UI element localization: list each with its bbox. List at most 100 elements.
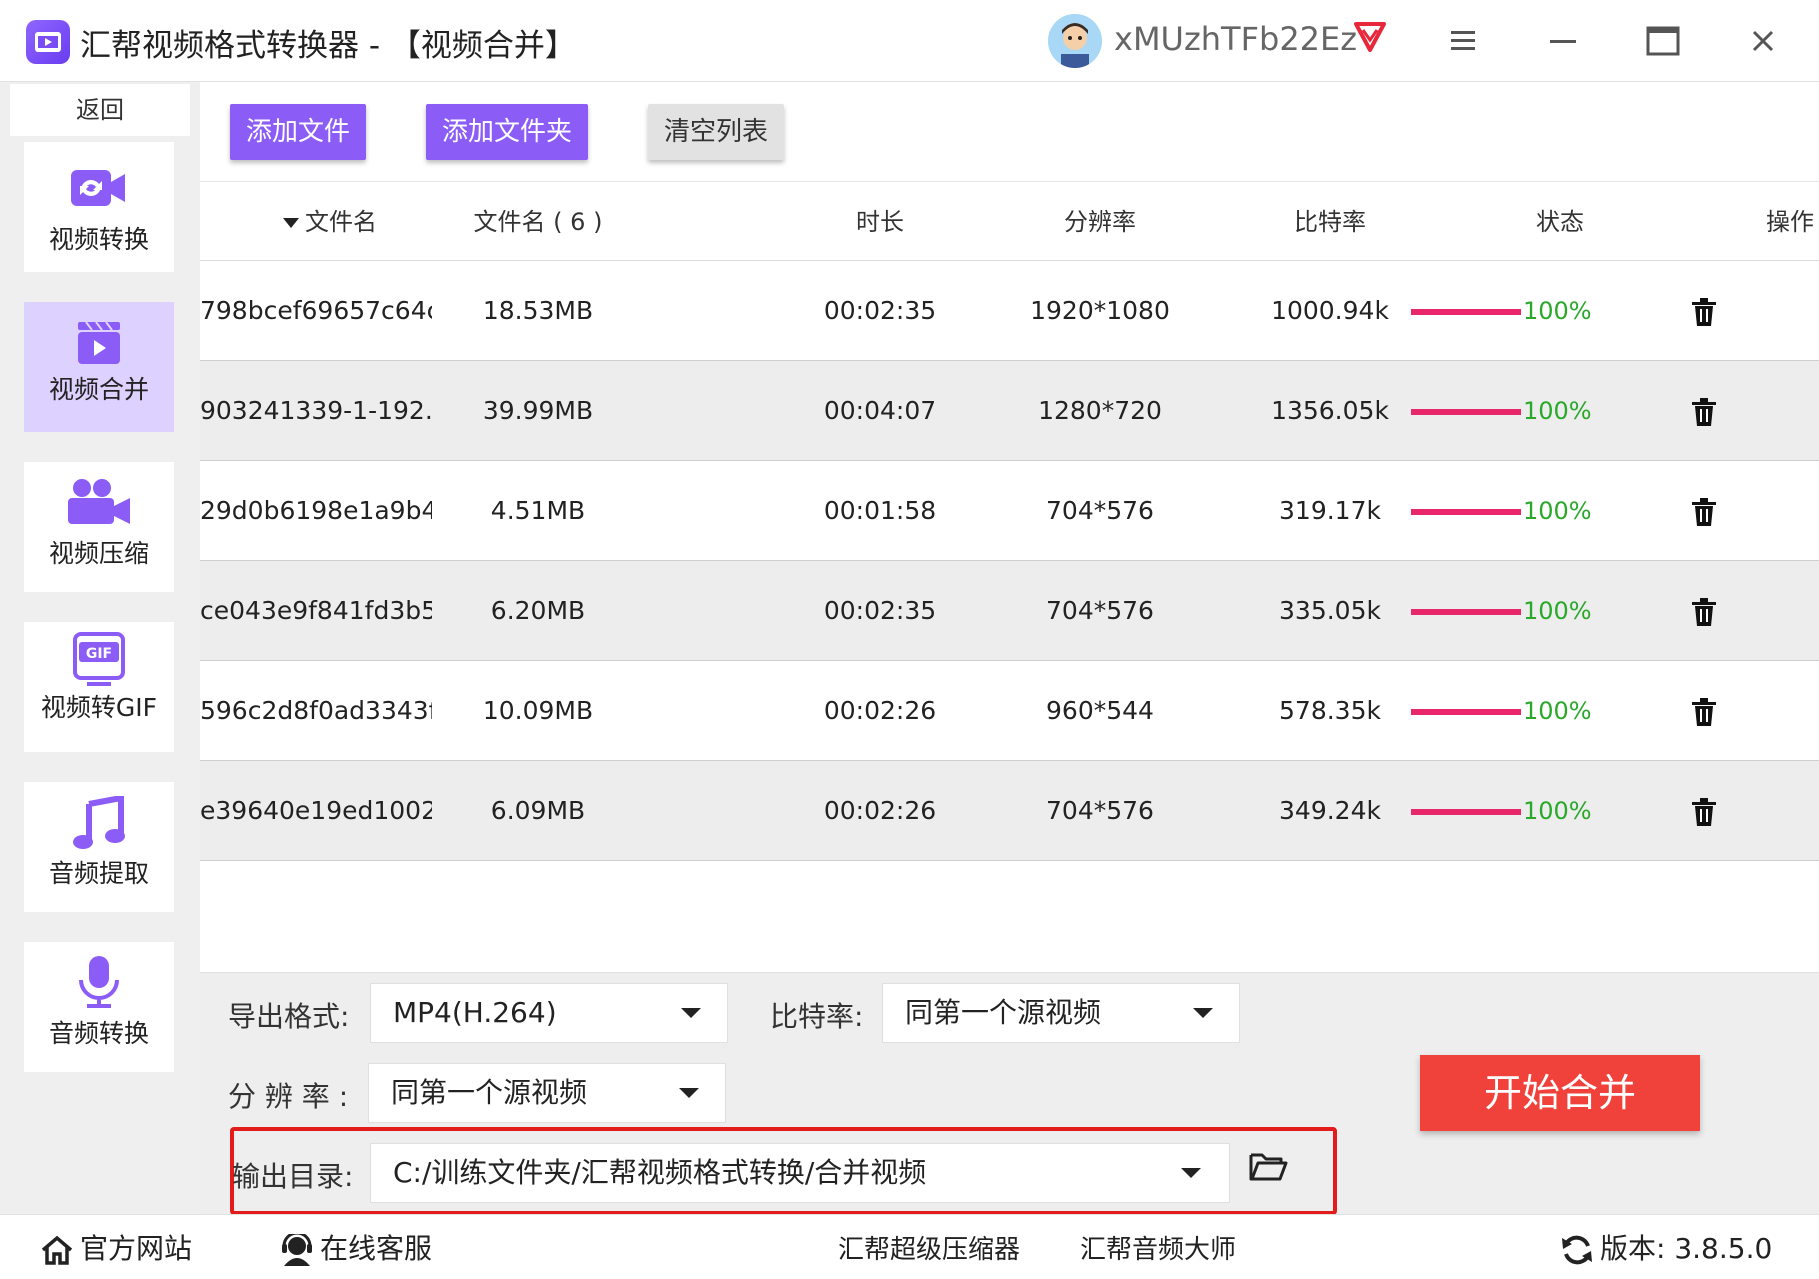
cell-size: 4.51MB [490, 496, 586, 525]
cell-size: 39.99MB [482, 396, 594, 425]
chevron-down-icon [679, 1088, 699, 1098]
resolution-select[interactable]: 同第一个源视频 [368, 1063, 726, 1123]
table-row[interactable]: 798bcef69657c64c24 18.53MB 00:02:35 1920*10… [200, 261, 1819, 361]
progress-bar [1411, 509, 1521, 515]
sidebar: 返回 视频转换 视频合并 视频压缩 GIF 视频转GIF 音频提取 音频转换 [0, 82, 200, 1214]
chevron-down-icon [1181, 1168, 1201, 1178]
cell-resolution: 960*544 [1046, 696, 1154, 725]
cell-filename: ce043e9f841fd3b573 [200, 596, 432, 625]
online-support-link[interactable]: 在线客服 [280, 1227, 432, 1267]
sidebar-item-video-compress[interactable]: 视频压缩 [24, 462, 174, 592]
cell-resolution: 704*576 [1046, 596, 1154, 625]
back-button[interactable]: 返回 [10, 84, 190, 136]
format-select[interactable]: MP4(H.264) [370, 983, 728, 1043]
version-info[interactable]: 版本: 3.8.5.0 [1560, 1227, 1772, 1267]
delete-icon[interactable] [1690, 397, 1718, 431]
cell-filename: 29d0b6198e1a9b44. [200, 496, 432, 525]
table-row[interactable]: 596c2d8f0ad3343f46 10.09MB 00:02:26 960*544… [200, 661, 1819, 761]
cell-resolution: 704*576 [1046, 796, 1154, 825]
chevron-down-icon [1193, 1008, 1213, 1018]
sidebar-item-label: 视频转GIF [40, 693, 158, 722]
progress-bar [1411, 309, 1521, 315]
refresh-icon [1562, 1235, 1592, 1265]
table-row[interactable]: 903241339-1-192.m 39.99MB 00:04:07 1280*720… [200, 361, 1819, 461]
customer-service-icon [282, 1231, 312, 1266]
cell-status: 100% [1523, 397, 1592, 425]
cell-status: 100% [1523, 797, 1592, 825]
resolution-label: 分 辨 率 : [228, 1080, 349, 1113]
maximize-icon[interactable] [1640, 18, 1686, 64]
output-dir-label: 输出目录: [232, 1160, 354, 1193]
output-dir-value: C:/训练文件夹/汇帮视频格式转换/合并视频 [393, 1156, 927, 1189]
resolution-value: 同第一个源视频 [391, 1076, 588, 1109]
microphone-icon [77, 954, 121, 1014]
sidebar-item-audio-extract[interactable]: 音频提取 [24, 782, 174, 912]
bitrate-value: 同第一个源视频 [905, 996, 1102, 1029]
sidebar-item-label: 视频转换 [48, 225, 149, 254]
cell-status: 100% [1523, 597, 1592, 625]
start-merge-button[interactable]: 开始合并 [1420, 1055, 1700, 1131]
cell-size: 10.09MB [482, 696, 594, 725]
cell-duration: 00:02:26 [823, 796, 937, 825]
avatar[interactable] [1048, 14, 1102, 68]
table-row[interactable]: ce043e9f841fd3b573 6.20MB 00:02:35 704*576 3… [200, 561, 1819, 661]
delete-icon[interactable] [1690, 597, 1718, 631]
open-folder-icon[interactable] [1248, 1149, 1288, 1187]
cell-filename: 903241339-1-192.m [200, 396, 432, 425]
cell-filename: 596c2d8f0ad3343f46 [200, 696, 432, 725]
sidebar-item-video-convert[interactable]: 视频转换 [24, 142, 174, 272]
official-website-link[interactable]: 官方网站 [40, 1227, 192, 1267]
cell-duration: 00:02:35 [823, 596, 937, 625]
vip-diamond-icon[interactable] [1352, 20, 1388, 58]
home-icon [41, 1235, 73, 1265]
delete-icon[interactable] [1690, 497, 1718, 531]
add-file-button[interactable]: 添加文件 [230, 104, 366, 160]
minimize-icon[interactable] [1540, 18, 1586, 64]
username[interactable]: xMUzhTFb22Ez [1114, 20, 1357, 58]
cell-filename: 798bcef69657c64c24 [200, 296, 432, 325]
sidebar-item-label: 音频提取 [48, 859, 149, 888]
sort-down-icon [283, 218, 299, 228]
add-folder-button[interactable]: 添加文件夹 [426, 104, 588, 160]
video-convert-icon [69, 164, 129, 216]
delete-icon[interactable] [1690, 697, 1718, 731]
header-size[interactable]: 文件名 ( 6 ) [448, 183, 628, 261]
format-label: 导出格式: [228, 1000, 350, 1033]
cell-status: 100% [1523, 297, 1592, 325]
table-row[interactable]: e39640e19ed1002a2 6.09MB 00:02:26 704*576 34… [200, 761, 1819, 861]
sidebar-item-audio-convert[interactable]: 音频转换 [24, 942, 174, 1072]
toolbar: 添加文件 添加文件夹 清空列表 [200, 82, 1819, 182]
menu-icon[interactable] [1440, 18, 1486, 64]
sidebar-item-video-to-gif[interactable]: GIF 视频转GIF [24, 622, 174, 752]
file-table: 文件名 文件名 ( 6 ) 时长 分辨率 比特率 状态 操作 798bcef69… [200, 183, 1819, 861]
cell-status: 100% [1523, 497, 1592, 525]
table-row[interactable]: 29d0b6198e1a9b44. 4.51MB 00:01:58 704*576 31… [200, 461, 1819, 561]
cell-size: 18.53MB [482, 296, 594, 325]
output-dir-select[interactable]: C:/训练文件夹/汇帮视频格式转换/合并视频 [370, 1143, 1230, 1203]
footer: 官方网站 在线客服 汇帮超级压缩器 汇帮音频大师 版本: 3.8.5.0 [0, 1214, 1819, 1279]
close-icon[interactable] [1740, 18, 1786, 64]
clear-list-button[interactable]: 清空列表 [648, 104, 784, 160]
header-name[interactable]: 文件名 [250, 183, 410, 261]
sidebar-item-label: 视频合并 [48, 375, 149, 404]
cell-bitrate: 335.05k [1279, 596, 1381, 625]
progress-bar [1411, 609, 1521, 615]
bitrate-select[interactable]: 同第一个源视频 [882, 983, 1240, 1043]
svg-text:GIF: GIF [86, 646, 112, 662]
cell-duration: 00:02:35 [823, 296, 937, 325]
cell-bitrate: 578.35k [1279, 696, 1381, 725]
music-note-icon [71, 794, 127, 854]
progress-bar [1411, 709, 1521, 715]
delete-icon[interactable] [1690, 797, 1718, 831]
sidebar-item-label: 音频转换 [48, 1019, 149, 1048]
title-bar: 汇帮视频格式转换器 - 【视频合并】 xMUzhTFb22Ez [0, 0, 1819, 82]
super-compressor-link[interactable]: 汇帮超级压缩器 [838, 1229, 1020, 1266]
window-title: 汇帮视频格式转换器 - 【视频合并】 [80, 28, 576, 64]
cell-duration: 00:02:26 [823, 696, 937, 725]
audio-master-link[interactable]: 汇帮音频大师 [1080, 1229, 1236, 1266]
progress-bar [1411, 809, 1521, 815]
sidebar-item-video-merge[interactable]: 视频合并 [24, 302, 174, 432]
table-body: 798bcef69657c64c24 18.53MB 00:02:35 1920*10… [200, 261, 1819, 861]
format-value: MP4(H.264) [393, 996, 557, 1029]
delete-icon[interactable] [1690, 297, 1718, 331]
